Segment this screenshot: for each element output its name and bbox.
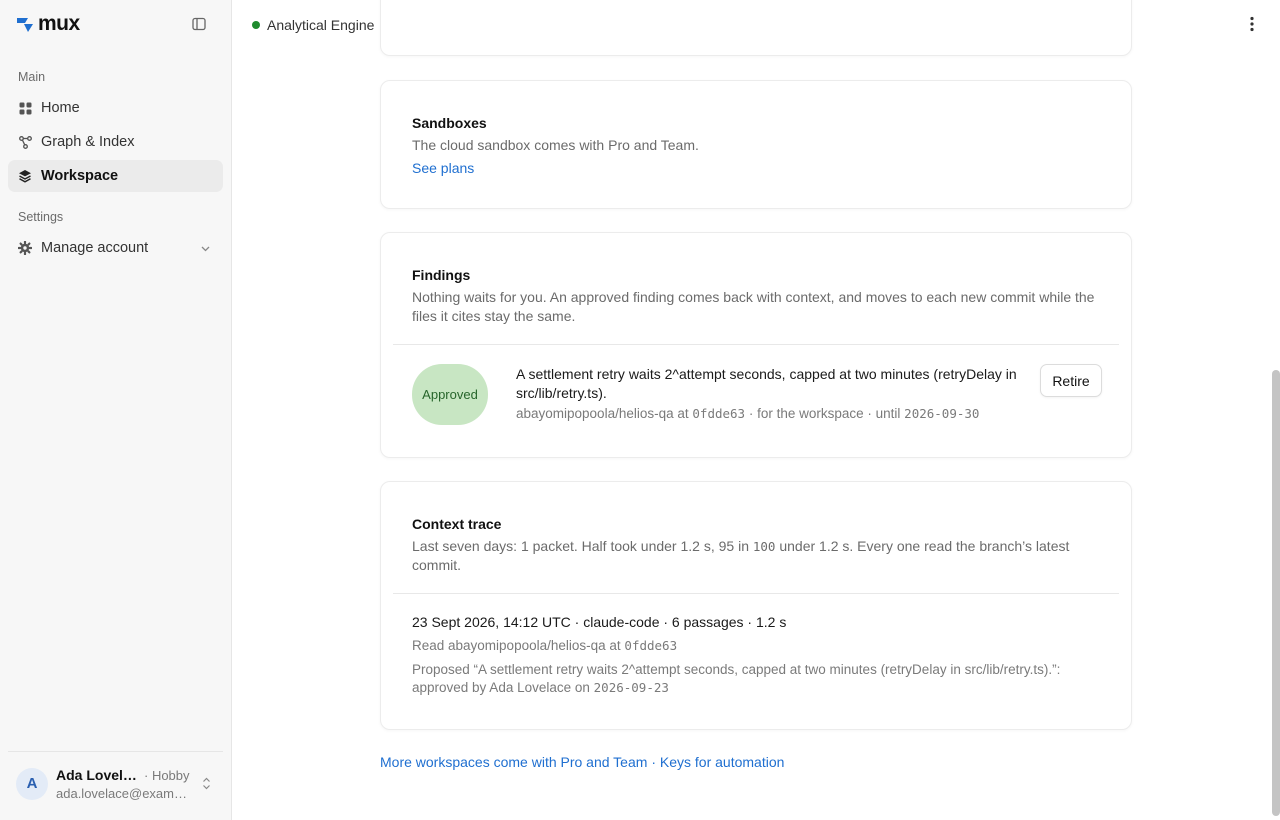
- sidebar-item-label: Graph & Index: [41, 134, 135, 150]
- sidebar-item-label: Workspace: [41, 168, 119, 184]
- commit-hash: 0fdde63: [692, 406, 746, 421]
- grid-icon: [18, 101, 32, 115]
- desc-number: 100: [752, 539, 776, 554]
- card-description: Nothing waits for you. An approved findi…: [412, 289, 1095, 324]
- desc-prefix: Last seven days: 1 packet. Half took und…: [412, 538, 749, 554]
- more-vertical-icon: [1250, 16, 1254, 32]
- status-badge: Approved: [412, 364, 488, 425]
- commit-hash: 0fdde63: [624, 638, 678, 653]
- previous-card: [380, 0, 1132, 56]
- plan-label: · Hobby: [144, 767, 190, 783]
- sidebar-toggle-icon: [192, 17, 206, 31]
- more-options-button[interactable]: [1246, 14, 1258, 34]
- scrollbar-thumb[interactable]: [1272, 370, 1280, 816]
- brand-logo[interactable]: mux: [16, 12, 80, 36]
- footer-links: More workspaces come with Pro and Team ·…: [380, 754, 784, 770]
- trace-summary: 23 Sept 2026, 14:12 UTC · claude-code · …: [412, 614, 787, 630]
- footer-separator: ·: [651, 754, 656, 770]
- project-selector[interactable]: Analytical Engine: [252, 16, 389, 34]
- card-title: Sandboxes: [412, 115, 487, 131]
- project-name: Analytical Engine: [267, 17, 375, 33]
- brand-name: mux: [38, 12, 80, 35]
- findings-card: Findings Nothing waits for you. An appro…: [380, 232, 1132, 458]
- keys-for-automation-link[interactable]: Keys for automation: [660, 754, 785, 770]
- section-label-settings: Settings: [18, 210, 64, 224]
- gear-icon: [18, 241, 32, 255]
- card-description: The cloud sandbox comes with Pro and Tea…: [412, 137, 699, 153]
- expiry-date: 2026-09-30: [904, 406, 980, 421]
- more-workspaces-link[interactable]: More workspaces come with Pro and Team: [380, 754, 647, 770]
- trace-proposed: Proposed “A settlement retry waits 2^att…: [412, 661, 1112, 697]
- sidebar-item-label: Home: [41, 100, 80, 116]
- sidebar: mux Main Home Graph & Index Workspace Se…: [0, 0, 232, 820]
- user-email: ada.lovelace@example.com: [56, 785, 194, 801]
- approved-date: 2026-09-23: [593, 680, 669, 695]
- section-label-main: Main: [18, 70, 46, 84]
- chevron-up-down-icon: [202, 777, 211, 795]
- card-description: Last seven days: 1 packet. Half took und…: [412, 537, 1102, 575]
- layers-icon: [18, 169, 32, 183]
- trace-read: Read abayomipopoola/helios-qa at 0fdde63: [412, 638, 677, 653]
- collapse-sidebar-button[interactable]: [190, 15, 208, 33]
- graph-icon: [18, 135, 32, 149]
- context-trace-card: Context trace Last seven days: 1 packet.…: [380, 481, 1132, 730]
- sandboxes-card: Sandboxes The cloud sandbox comes with P…: [380, 80, 1132, 209]
- chevron-down-icon: [200, 242, 211, 258]
- sidebar-item-graph-index[interactable]: Graph & Index: [8, 126, 223, 158]
- avatar: A: [16, 767, 48, 800]
- trace-proposed-text: Proposed “A settlement retry waits 2^att…: [412, 662, 1061, 695]
- finding-scope: · for the workspace · until: [748, 406, 901, 421]
- user-name: Ada Lovelace: [56, 766, 140, 783]
- finding-text: A settlement retry waits 2^attempt secon…: [516, 366, 1017, 401]
- finding-meta: abayomipopoola/helios-qa at 0fdde63 · fo…: [516, 406, 979, 421]
- sidebar-item-label: Manage account: [41, 240, 149, 256]
- retire-button[interactable]: Retire: [1040, 364, 1102, 397]
- sidebar-item-home[interactable]: Home: [8, 92, 223, 124]
- card-title: Findings: [412, 267, 471, 283]
- trace-read-repo: Read abayomipopoola/helios-qa at: [412, 638, 621, 653]
- account-switcher[interactable]: A Ada Lovelace · Hobby ada.lovelace@exam…: [8, 751, 223, 815]
- see-plans-link[interactable]: See plans: [412, 159, 474, 178]
- card-title: Context trace: [412, 516, 502, 532]
- sidebar-item-manage-account[interactable]: Manage account: [8, 232, 223, 264]
- sidebar-item-workspace[interactable]: Workspace: [8, 160, 223, 192]
- divider: [393, 593, 1119, 594]
- mux-logo-icon: [17, 18, 33, 32]
- divider: [393, 344, 1119, 345]
- status-dot: [252, 21, 260, 29]
- finding-repo: abayomipopoola/helios-qa at: [516, 406, 689, 421]
